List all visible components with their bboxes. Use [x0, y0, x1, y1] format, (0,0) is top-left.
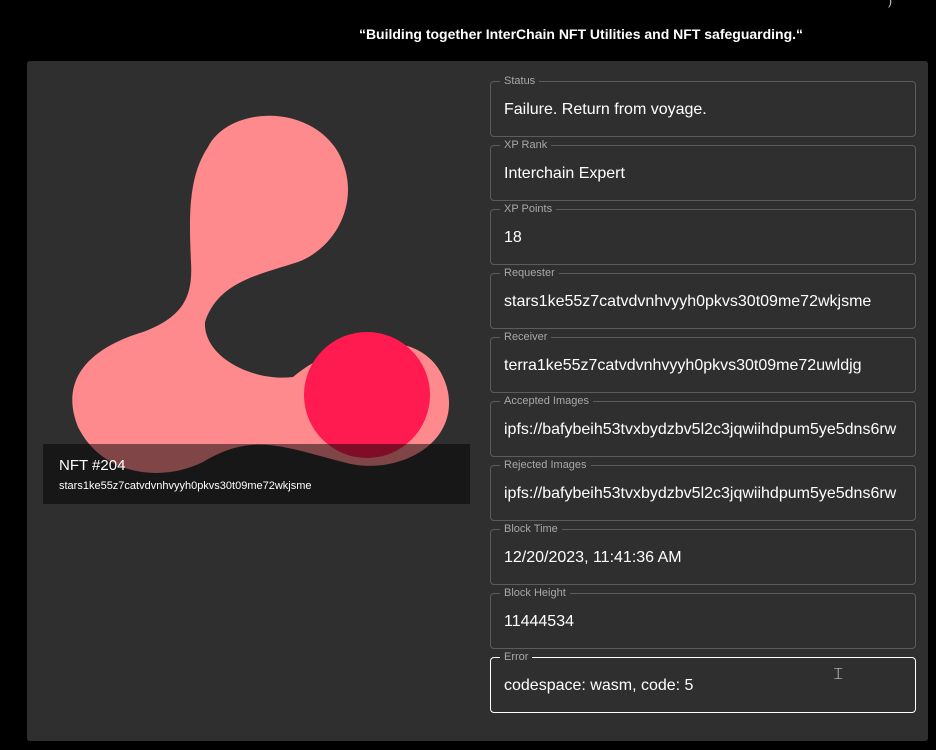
- transfer-detail-card: NFT #204 stars1ke55z7catvdvnhvyyh0pkvs30…: [27, 61, 928, 741]
- rejected-images-field[interactable]: Rejected Images ipfs://bafybeih53tvxbydz…: [490, 458, 916, 521]
- accepted-images-field[interactable]: Accepted Images ipfs://bafybeih53tvxbydz…: [490, 394, 916, 457]
- block-height-field[interactable]: Block Height 11444534: [490, 586, 916, 649]
- detail-fields: Status Failure. Return from voyage. XP R…: [490, 74, 916, 721]
- requester-field[interactable]: Requester stars1ke55z7catvdvnhvyyh0pkvs3…: [490, 266, 916, 329]
- error-value[interactable]: codespace: wasm, code: 5: [504, 677, 915, 695]
- corner-mark: ): [888, 0, 892, 8]
- xp-rank-field[interactable]: XP Rank Interchain Expert: [490, 138, 916, 201]
- text-cursor-icon: ⌶: [833, 664, 843, 683]
- block-time-field[interactable]: Block Time 12/20/2023, 11:41:36 AM: [490, 522, 916, 585]
- rejected-images-value[interactable]: ipfs://bafybeih53tvxbydzbv5l2c3jqwiihdpu…: [504, 485, 915, 503]
- requester-value[interactable]: stars1ke55z7catvdvnhvyyh0pkvs30t09me72wk…: [504, 293, 915, 311]
- xp-points-field[interactable]: XP Points 18: [490, 202, 916, 265]
- error-label: Error: [500, 650, 533, 664]
- status-field[interactable]: Status Failure. Return from voyage.: [490, 74, 916, 137]
- nft-artwork: [72, 115, 450, 473]
- error-field[interactable]: Error codespace: wasm, code: 5 ⌶: [490, 650, 916, 713]
- nft-image: [43, 77, 470, 504]
- nft-owner: stars1ke55z7catvdvnhvyyh0pkvs30t09me72wk…: [59, 480, 312, 492]
- nft-title: NFT #204: [59, 457, 126, 474]
- requester-label: Requester: [500, 266, 559, 280]
- page-tagline: “Building together InterChain NFT Utilit…: [358, 26, 804, 42]
- xp-rank-label: XP Rank: [500, 138, 552, 152]
- status-value[interactable]: Failure. Return from voyage.: [504, 101, 915, 119]
- xp-rank-value[interactable]: Interchain Expert: [504, 165, 915, 183]
- nft-caption: NFT #204 stars1ke55z7catvdvnhvyyh0pkvs30…: [43, 444, 470, 504]
- rejected-images-label: Rejected Images: [500, 458, 591, 472]
- block-time-value[interactable]: 12/20/2023, 11:41:36 AM: [504, 549, 915, 567]
- accepted-images-value[interactable]: ipfs://bafybeih53tvxbydzbv5l2c3jqwiihdpu…: [504, 421, 915, 439]
- nft-circle-shape: [304, 332, 430, 458]
- xp-points-label: XP Points: [500, 202, 557, 216]
- accepted-images-label: Accepted Images: [500, 394, 593, 408]
- status-label: Status: [500, 74, 540, 88]
- receiver-field[interactable]: Receiver terra1ke55z7catvdvnhvyyh0pkvs30…: [490, 330, 916, 393]
- block-time-label: Block Time: [500, 522, 562, 536]
- receiver-value[interactable]: terra1ke55z7catvdvnhvyyh0pkvs30t09me72uw…: [504, 357, 915, 375]
- receiver-label: Receiver: [500, 330, 552, 344]
- block-height-value[interactable]: 11444534: [504, 613, 915, 631]
- xp-points-value[interactable]: 18: [504, 229, 915, 247]
- block-height-label: Block Height: [500, 586, 570, 600]
